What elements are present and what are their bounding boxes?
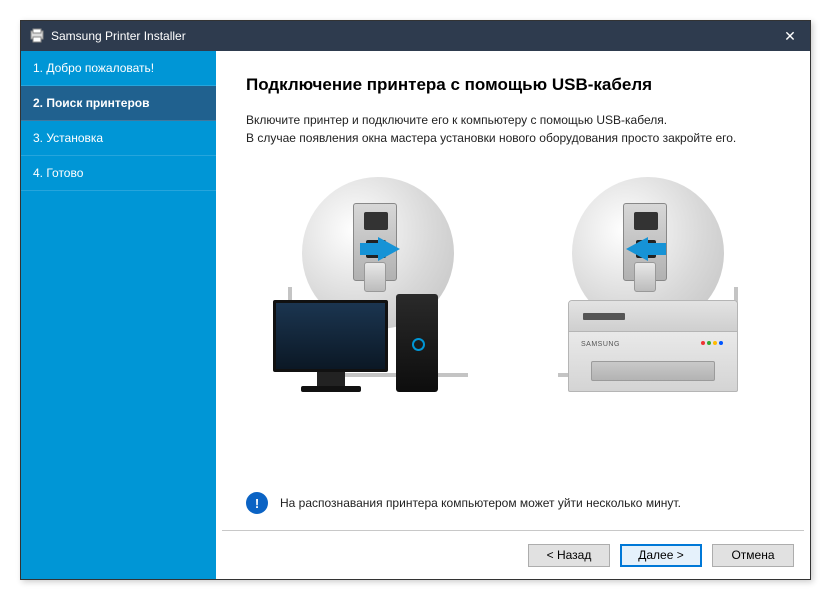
sidebar: 1. Добро пожаловать! 2. Поиск принтеров …: [21, 51, 216, 579]
titlebar[interactable]: Samsung Printer Installer ✕: [21, 21, 810, 51]
printer-brand-label: SAMSUNG: [581, 341, 620, 348]
instruction-line-1: Включите принтер и подключите его к комп…: [246, 111, 780, 129]
sidebar-step-label: 1. Добро пожаловать!: [33, 61, 154, 75]
sidebar-step-label: 2. Поиск принтеров: [33, 96, 149, 110]
button-bar: < Назад Далее > Отмена: [216, 531, 810, 579]
info-text: На распознавания принтера компьютером мо…: [280, 496, 681, 510]
sidebar-step-search[interactable]: 2. Поиск принтеров: [21, 86, 216, 121]
sidebar-step-label: 3. Установка: [33, 131, 103, 145]
usb-arrow-icon: [626, 237, 648, 261]
next-button[interactable]: Далее >: [620, 544, 702, 567]
sidebar-step-label: 4. Готово: [33, 166, 83, 180]
computer-diagram: [258, 177, 498, 392]
info-icon: !: [246, 492, 268, 514]
info-note: ! На распознавания принтера компьютером …: [216, 484, 810, 530]
printer-diagram: SAMSUNG: [528, 177, 768, 392]
usb-arrow-icon: [378, 237, 400, 261]
sidebar-step-welcome[interactable]: 1. Добро пожаловать!: [21, 51, 216, 86]
sidebar-step-done[interactable]: 4. Готово: [21, 156, 216, 191]
printer-icon: SAMSUNG: [568, 300, 738, 392]
page-heading: Подключение принтера с помощью USB-кабел…: [246, 75, 780, 95]
monitor-icon: [273, 300, 388, 392]
pc-tower-icon: [396, 294, 438, 392]
content-area: Подключение принтера с помощью USB-кабел…: [216, 51, 810, 484]
printer-leds-icon: [701, 341, 723, 345]
illustration: SAMSUNG: [246, 167, 780, 392]
instruction-line-2: В случае появления окна мастера установк…: [246, 129, 780, 147]
installer-window: Samsung Printer Installer ✕ 1. Добро пож…: [20, 20, 811, 580]
cancel-button[interactable]: Отмена: [712, 544, 794, 567]
window-title: Samsung Printer Installer: [51, 29, 770, 43]
sidebar-step-install[interactable]: 3. Установка: [21, 121, 216, 156]
app-icon: [29, 28, 45, 44]
back-button[interactable]: < Назад: [528, 544, 610, 567]
close-button[interactable]: ✕: [770, 21, 810, 51]
main-panel: Подключение принтера с помощью USB-кабел…: [216, 51, 810, 579]
body: 1. Добро пожаловать! 2. Поиск принтеров …: [21, 51, 810, 579]
instructions: Включите принтер и подключите его к комп…: [246, 111, 780, 147]
